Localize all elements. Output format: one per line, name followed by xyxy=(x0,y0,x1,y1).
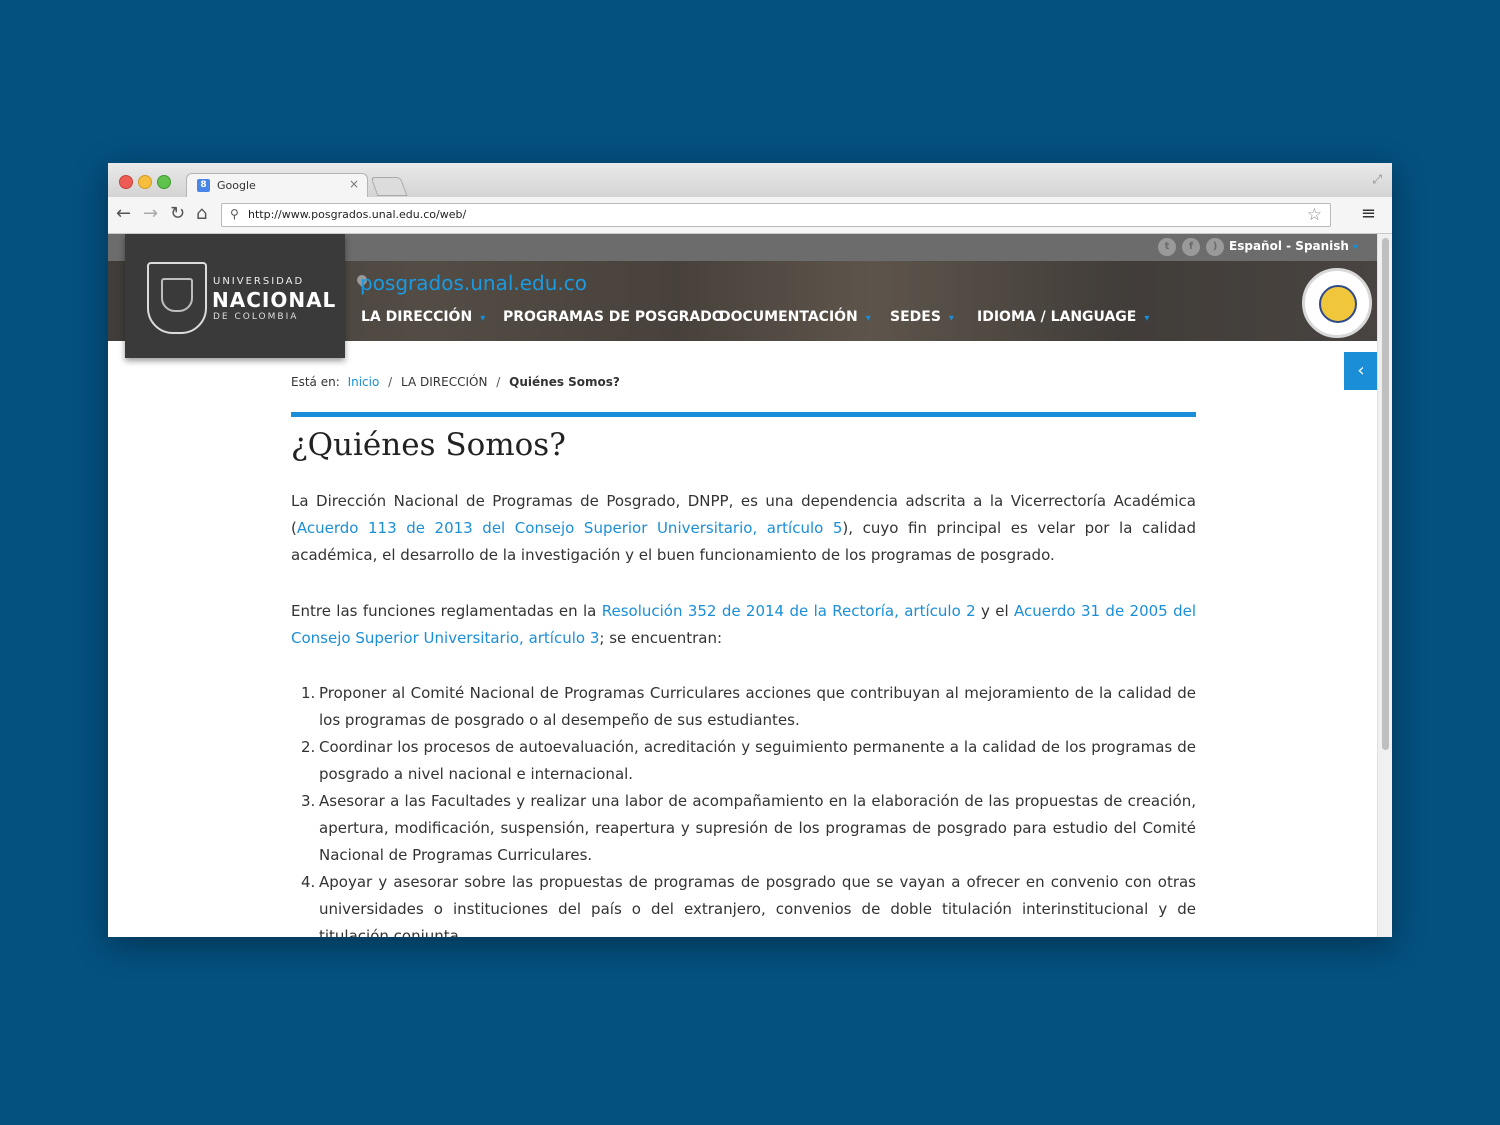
vertical-scrollbar[interactable] xyxy=(1377,234,1392,937)
functions-list: 1. Proponer al Comité Nacional de Program… xyxy=(291,680,1196,937)
side-panel-toggle[interactable]: ‹ xyxy=(1344,352,1378,390)
fullscreen-icon[interactable]: ⤢ xyxy=(1372,172,1382,187)
menu-icon[interactable]: ≡ xyxy=(1361,203,1376,224)
nav-item-la-direccion[interactable]: LA DIRECCIÓN ▾ xyxy=(361,309,485,325)
new-tab-button[interactable] xyxy=(370,177,408,196)
zoom-window-button[interactable] xyxy=(157,175,171,189)
breadcrumb-prefix: Está en: xyxy=(291,375,340,389)
url-text[interactable]: http://www.posgrados.unal.edu.co/web/ xyxy=(248,208,466,221)
google-favicon-icon: 8 xyxy=(197,179,210,192)
colombia-seal-icon[interactable] xyxy=(1302,268,1372,338)
browser-toolbar: ← → ↻ ⌂ ⚲ http://www.posgrados.unal.edu.… xyxy=(108,197,1392,234)
breadcrumb-separator: / xyxy=(496,375,501,389)
list-item: 3. Asesorar a las Facultades y realizar u… xyxy=(291,788,1196,869)
university-logo[interactable]: UNIVERSIDAD NACIONAL DE COLOMBIA xyxy=(125,234,345,358)
breadcrumb-separator: / xyxy=(388,375,393,389)
list-item-text: Coordinar los procesos de autoevaluación… xyxy=(319,738,1196,783)
list-item: 4. Apoyar y asesorar sobre las propuestas… xyxy=(291,869,1196,937)
list-number: 2. xyxy=(301,738,316,756)
crest-icon xyxy=(147,262,207,334)
list-number: 3. xyxy=(301,792,316,810)
nav-label: IDIOMA / LANGUAGE xyxy=(977,309,1137,325)
logo-line-2: NACIONAL xyxy=(212,288,337,312)
title-divider xyxy=(291,412,1196,417)
site-name-link[interactable]: posgrados.unal.edu.co xyxy=(360,271,587,295)
nav-item-idioma[interactable]: IDIOMA / LANGUAGE ▾ xyxy=(977,309,1149,325)
nav-item-programas[interactable]: PROGRAMAS DE POSGRADO xyxy=(503,309,724,325)
chevron-down-icon: ▾ xyxy=(1352,242,1358,253)
functions-text-after: ; se encuentran: xyxy=(599,629,723,647)
back-arrow-icon[interactable]: ← xyxy=(116,203,131,225)
forward-arrow-icon[interactable]: → xyxy=(143,203,158,225)
address-bar[interactable]: ⚲ http://www.posgrados.unal.edu.co/web/ … xyxy=(221,203,1331,227)
page-title: ¿Quiénes Somos? xyxy=(291,427,566,463)
facebook-icon[interactable]: f xyxy=(1182,238,1200,256)
tab-close-icon[interactable]: × xyxy=(349,177,359,191)
scrollbar-thumb[interactable] xyxy=(1382,238,1389,750)
logo-line-3: DE COLOMBIA xyxy=(213,312,299,322)
reload-icon[interactable]: ↻ xyxy=(170,203,185,225)
nav-label: DOCUMENTACIÓN xyxy=(719,309,858,325)
chevron-down-icon: ▾ xyxy=(948,313,954,324)
nav-label: LA DIRECCIÓN xyxy=(361,309,473,325)
breadcrumb-home-link[interactable]: Inicio xyxy=(348,375,380,389)
list-item: 1. Proponer al Comité Nacional de Program… xyxy=(291,680,1196,734)
functions-text-before: Entre las funciones reglamentadas en la xyxy=(291,602,602,620)
nav-item-documentacion[interactable]: DOCUMENTACIÓN ▾ xyxy=(719,309,871,325)
rss-icon[interactable]: ) xyxy=(1206,238,1224,256)
nav-label: SEDES xyxy=(890,309,941,325)
crest-shield xyxy=(161,278,193,312)
minimize-window-button[interactable] xyxy=(138,175,152,189)
resolucion-352-link[interactable]: Resolución 352 de 2014 de la Rectoría, a… xyxy=(602,602,976,620)
chevron-down-icon: ▾ xyxy=(1144,313,1150,324)
nav-item-sedes[interactable]: SEDES ▾ xyxy=(890,309,954,325)
browser-window: 8 Google × ⤢ ← → ↻ ⌂ ⚲ http://www.posgra… xyxy=(108,163,1392,937)
page-viewport: t f ) Español - Spanish ▾ posgrados.unal.… xyxy=(108,234,1378,937)
list-number: 4. xyxy=(301,873,316,891)
intro-paragraph: La Dirección Nacional de Programas de Po… xyxy=(291,488,1196,569)
breadcrumb-section: LA DIRECCIÓN xyxy=(401,375,488,389)
breadcrumb-current: Quiénes Somos? xyxy=(509,375,620,389)
acuerdo-113-link[interactable]: Acuerdo 113 de 2013 del Consejo Superior… xyxy=(297,519,843,537)
tab-title: Google xyxy=(217,179,256,192)
functions-intro-paragraph: Entre las funciones reglamentadas en la … xyxy=(291,598,1196,652)
functions-text-middle: y el xyxy=(975,602,1015,620)
seal-shield xyxy=(1319,285,1357,323)
search-icon: ⚲ xyxy=(230,207,239,221)
star-icon[interactable]: ☆ xyxy=(1307,205,1322,225)
breadcrumb: Está en: Inicio / LA DIRECCIÓN / Quiénes… xyxy=(291,375,620,389)
home-icon[interactable]: ⌂ xyxy=(196,203,207,225)
language-label: Español - Spanish xyxy=(1229,239,1349,253)
list-item-text: Proponer al Comité Nacional de Programas… xyxy=(319,684,1196,729)
list-item: 2. Coordinar los procesos de autoevaluaci… xyxy=(291,734,1196,788)
language-selector[interactable]: Español - Spanish ▾ xyxy=(1229,239,1358,253)
list-item-text: Asesorar a las Facultades y realizar una… xyxy=(319,792,1196,864)
twitter-icon[interactable]: t xyxy=(1158,238,1176,256)
logo-line-1: UNIVERSIDAD xyxy=(213,276,305,287)
list-item-text: Apoyar y asesorar sobre las propuestas d… xyxy=(319,873,1196,937)
chevron-left-icon: ‹ xyxy=(1357,360,1365,381)
browser-tab[interactable]: 8 Google × xyxy=(186,173,368,198)
chevron-down-icon: ▾ xyxy=(865,313,871,324)
list-number: 1. xyxy=(301,684,316,702)
tab-bar: 8 Google × ⤢ xyxy=(108,163,1392,198)
nav-label: PROGRAMAS DE POSGRADO xyxy=(503,309,724,325)
chevron-down-icon: ▾ xyxy=(480,313,486,324)
close-window-button[interactable] xyxy=(119,175,133,189)
